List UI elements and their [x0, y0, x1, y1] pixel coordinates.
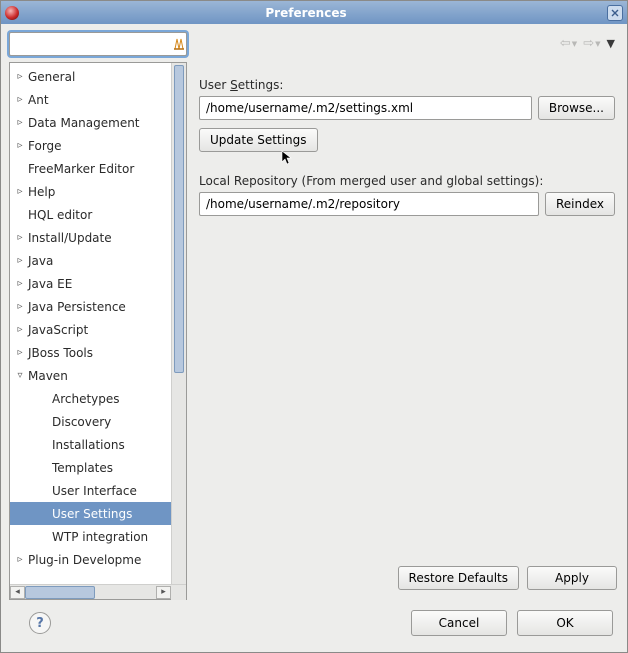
tree-item-label: Java [26, 254, 53, 268]
tree-item[interactable]: FreeMarker Editor [10, 157, 186, 180]
tree-item[interactable]: ▹Java Persistence [10, 295, 186, 318]
chevron-right-icon[interactable]: ▹ [14, 232, 26, 243]
forward-button[interactable]: ⇨▾ [583, 36, 600, 51]
close-button[interactable] [607, 5, 623, 21]
tree-item[interactable]: ▹JavaScript [10, 318, 186, 341]
chevron-right-icon[interactable]: ▹ [14, 94, 26, 105]
dialog-footer: ? Cancel OK [9, 600, 619, 644]
chevron-right-icon[interactable]: ▹ [14, 324, 26, 335]
tree-item[interactable]: ▿Maven [10, 364, 186, 387]
window-title: Preferences [5, 6, 607, 20]
tree-item[interactable]: ▹General [10, 65, 186, 88]
tree-item-label: Java EE [26, 277, 72, 291]
tree-item[interactable]: ▹Forge [10, 134, 186, 157]
scroll-corner [171, 585, 186, 600]
panel-toolbar: ⇦▾ ⇨▾ ▼ [195, 32, 619, 54]
tree-item[interactable]: ▹Ant [10, 88, 186, 111]
tree-item-label: Plug-in Developme [26, 553, 141, 567]
tree-item[interactable]: Discovery [10, 410, 186, 433]
tree-item-label: JavaScript [26, 323, 88, 337]
restore-defaults-button[interactable]: Restore Defaults [398, 566, 519, 590]
chevron-right-icon[interactable]: ▹ [14, 554, 26, 565]
tree-item-label: Help [26, 185, 55, 199]
chevron-right-icon[interactable]: ▹ [14, 255, 26, 266]
tree-item[interactable]: Installations [10, 433, 186, 456]
filter-field-wrap [9, 32, 187, 56]
cancel-button[interactable]: Cancel [411, 610, 507, 636]
tree-item-label: JBoss Tools [26, 346, 93, 360]
tree-item-label: General [26, 70, 75, 84]
chevron-down-icon[interactable]: ▿ [14, 370, 26, 381]
tree-item-label: User Interface [50, 484, 137, 498]
scroll-right-button[interactable]: ▸ [156, 586, 171, 599]
left-pane: ▹General▹Ant▹Data Management▹ForgeFreeMa… [9, 32, 187, 600]
tree-item-label: Forge [26, 139, 62, 153]
tree-item-label: Discovery [50, 415, 111, 429]
chevron-right-icon[interactable]: ▹ [14, 347, 26, 358]
tree-item[interactable]: User Interface [10, 479, 186, 502]
apply-button[interactable]: Apply [527, 566, 617, 590]
tree-item-label: User Settings [50, 507, 132, 521]
scroll-left-button[interactable]: ◂ [10, 586, 25, 599]
horizontal-scrollbar[interactable]: ◂ ▸ [10, 584, 186, 599]
chevron-right-icon[interactable]: ▹ [14, 278, 26, 289]
update-settings-button[interactable]: Update Settings [199, 128, 318, 152]
tree-item[interactable]: ▹Java EE [10, 272, 186, 295]
clear-filter-icon[interactable] [173, 37, 185, 51]
tree-item-label: Install/Update [26, 231, 112, 245]
chevron-right-icon[interactable]: ▹ [14, 301, 26, 312]
filter-input[interactable] [14, 36, 173, 52]
help-icon[interactable]: ? [29, 612, 51, 634]
settings-panel: ⇦▾ ⇨▾ ▼ User Settings: Browse... Update … [195, 32, 619, 600]
ok-button[interactable]: OK [517, 610, 613, 636]
tree-item[interactable]: WTP integration [10, 525, 186, 548]
tree-item-label: Data Management [26, 116, 140, 130]
tree-item-label: WTP integration [50, 530, 148, 544]
tree-item-label: Archetypes [50, 392, 120, 406]
chevron-right-icon[interactable]: ▹ [14, 117, 26, 128]
user-settings-label: User Settings: [199, 78, 615, 92]
tree-item[interactable]: ▹Data Management [10, 111, 186, 134]
view-menu-icon[interactable]: ▼ [607, 37, 615, 50]
tree-item[interactable]: HQL editor [10, 203, 186, 226]
tree-item-label: Maven [26, 369, 68, 383]
tree-item-label: HQL editor [26, 208, 92, 222]
local-repository-input[interactable] [199, 192, 539, 216]
title-bar: Preferences [1, 1, 627, 24]
tree-item[interactable]: Archetypes [10, 387, 186, 410]
user-settings-input[interactable] [199, 96, 532, 120]
mouse-cursor-icon [281, 150, 293, 170]
tree-item[interactable]: ▹Plug-in Developme [10, 548, 186, 571]
preferences-tree-container: ▹General▹Ant▹Data Management▹ForgeFreeMa… [9, 62, 187, 600]
preferences-tree[interactable]: ▹General▹Ant▹Data Management▹ForgeFreeMa… [10, 63, 186, 573]
tree-item-label: Installations [50, 438, 125, 452]
browse-button[interactable]: Browse... [538, 96, 615, 120]
tree-item[interactable]: ▹JBoss Tools [10, 341, 186, 364]
back-button[interactable]: ⇦▾ [560, 36, 577, 51]
tree-item[interactable]: ▹Install/Update [10, 226, 186, 249]
chevron-right-icon[interactable]: ▹ [14, 140, 26, 151]
tree-item-label: FreeMarker Editor [26, 162, 134, 176]
reindex-button[interactable]: Reindex [545, 192, 615, 216]
vertical-scrollbar[interactable] [171, 63, 186, 584]
close-icon [611, 9, 619, 17]
vertical-scroll-thumb[interactable] [174, 65, 184, 373]
horizontal-scroll-thumb[interactable] [25, 586, 95, 599]
tree-item-label: Java Persistence [26, 300, 126, 314]
tree-item[interactable]: User Settings [10, 502, 186, 525]
tree-item[interactable]: ▹Java [10, 249, 186, 272]
tree-item[interactable]: ▹Help [10, 180, 186, 203]
tree-item-label: Templates [50, 461, 113, 475]
chevron-right-icon[interactable]: ▹ [14, 186, 26, 197]
tree-item[interactable]: Templates [10, 456, 186, 479]
local-repository-label: Local Repository (From merged user and g… [199, 174, 615, 188]
chevron-right-icon[interactable]: ▹ [14, 71, 26, 82]
tree-item-label: Ant [26, 93, 49, 107]
